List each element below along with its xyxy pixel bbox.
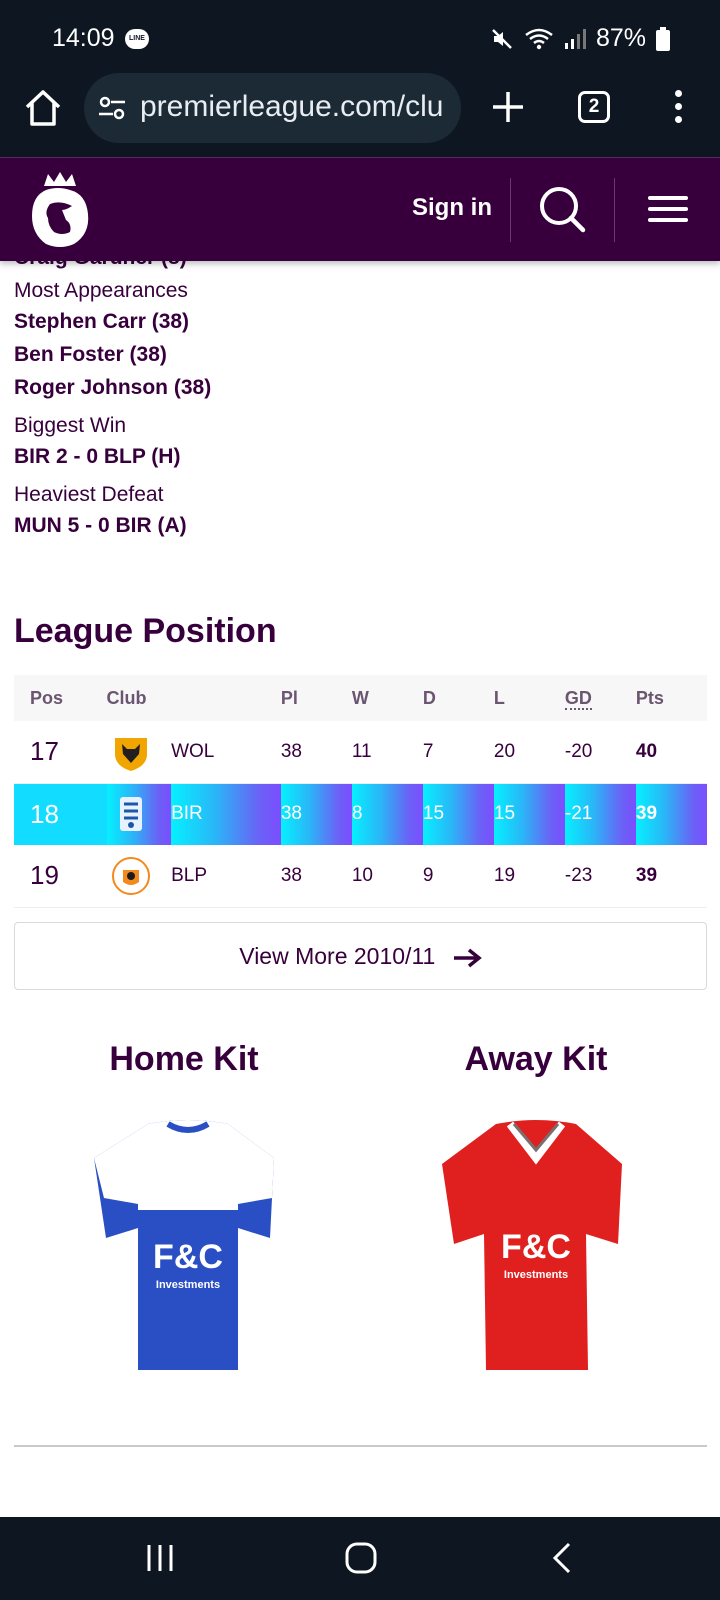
row-pts: 39 — [635, 783, 707, 845]
home-kit-sponsor-sub: Investments — [156, 1279, 220, 1291]
col-gd: GD — [564, 675, 636, 721]
col-pts: Pts — [635, 675, 707, 721]
blackpool-crest-icon — [111, 856, 150, 895]
site-settings-icon[interactable] — [98, 95, 126, 121]
club-badge-cell — [106, 783, 172, 845]
header-divider — [614, 178, 615, 242]
line-app-icon: LINE — [125, 29, 149, 49]
premier-league-lion-logo[interactable] — [26, 170, 94, 250]
row-w: 11 — [351, 721, 423, 784]
col-d: D — [422, 675, 494, 721]
away-kit-sponsor: F&C — [501, 1228, 571, 1266]
club-stats: Craig Gardner (8) Most Appearances Steph… — [14, 240, 706, 547]
sign-in-link[interactable]: Sign in — [412, 194, 492, 222]
row-pts: 39 — [635, 845, 707, 908]
system-nav-bar — [0, 1517, 720, 1600]
recent-apps-icon[interactable] — [144, 1541, 176, 1575]
clock: 14:09 — [52, 24, 115, 52]
row-pts: 40 — [635, 721, 707, 784]
hamburger-menu-icon[interactable] — [648, 196, 688, 224]
view-more-label: View More 2010/11 — [239, 943, 436, 969]
home-kit-shirt[interactable]: F&C Investments — [88, 1118, 288, 1378]
heaviest-defeat-label: Heaviest Defeat — [14, 483, 164, 506]
club-badge-cell — [106, 845, 172, 908]
table-row-highlighted[interactable]: 18 BIR 38 8 15 15 -21 39 — [14, 783, 707, 845]
row-pos: 17 — [14, 721, 107, 784]
home-nav-icon[interactable] — [344, 1541, 378, 1575]
url-text: premierleague.com/clu — [140, 90, 444, 123]
header-divider — [510, 178, 511, 242]
league-position-title: League Position — [14, 612, 277, 650]
home-kit-title: Home Kit — [109, 1040, 259, 1078]
away-kit-title: Away Kit — [464, 1040, 608, 1078]
row-pl: 38 — [280, 721, 352, 784]
new-tab-icon[interactable] — [488, 87, 528, 127]
row-w: 8 — [351, 783, 423, 845]
most-appearances-player: Ben Foster (38) — [14, 343, 167, 366]
wolves-crest-icon — [114, 737, 147, 771]
battery-icon — [656, 26, 670, 51]
table-row[interactable]: 19 BLP 38 10 9 19 -23 39 — [14, 845, 707, 908]
row-d: 9 — [422, 845, 494, 908]
home-kit-sponsor: F&C — [153, 1238, 223, 1276]
table-row[interactable]: 17 WOL 38 11 7 20 -20 40 — [14, 721, 707, 784]
row-gd: -23 — [564, 845, 636, 908]
back-icon[interactable] — [550, 1541, 574, 1575]
browser-chrome: 14:09 LINE 87% premierleague.com/clu 2 — [0, 0, 720, 157]
most-appearances-player: Roger Johnson (38) — [14, 376, 212, 399]
arrow-right-icon — [453, 948, 482, 968]
league-table: Pos Club Pl W D L GD Pts 17 WOL 38 11 7 … — [14, 675, 707, 908]
col-pl: Pl — [280, 675, 352, 721]
biggest-win-label: Biggest Win — [14, 414, 127, 437]
status-bar: 14:09 LINE 87% — [0, 0, 720, 70]
row-pos: 19 — [14, 845, 107, 908]
away-kit-shirt[interactable]: F&C Investments — [436, 1118, 636, 1378]
row-gd: -21 — [564, 783, 636, 845]
row-w: 10 — [351, 845, 423, 908]
row-d: 7 — [422, 721, 494, 784]
home-icon[interactable] — [22, 87, 64, 129]
status-icons: 87% — [490, 24, 670, 53]
row-gd: -20 — [564, 721, 636, 784]
more-options-icon[interactable] — [664, 87, 692, 129]
most-appearances-player: Stephen Carr (38) — [14, 310, 190, 333]
signal-icon — [564, 28, 586, 49]
section-divider — [14, 1445, 707, 1447]
row-pl: 38 — [280, 845, 352, 908]
biggest-win-value: BIR 2 - 0 BLP (H) — [14, 445, 181, 468]
row-l: 20 — [493, 721, 565, 784]
row-pos: 18 — [14, 783, 107, 845]
view-more-button[interactable]: View More 2010/11 — [14, 922, 707, 990]
url-bar: premierleague.com/clu 2 — [0, 73, 720, 143]
col-pos: Pos — [14, 675, 107, 721]
club-abbr[interactable]: BLP — [171, 845, 281, 908]
mute-icon — [492, 28, 512, 49]
table-header: Pos Club Pl W D L GD Pts — [14, 675, 707, 721]
site-header: Sign in — [0, 157, 720, 261]
away-kit-sponsor-sub: Investments — [504, 1269, 568, 1281]
search-icon[interactable] — [538, 185, 586, 233]
club-badge-cell — [106, 721, 172, 784]
col-l: L — [493, 675, 565, 721]
row-l: 15 — [493, 783, 565, 845]
col-w: W — [351, 675, 423, 721]
tab-switcher-button[interactable]: 2 — [578, 91, 610, 123]
gd-abbr: GD — [564, 687, 592, 710]
col-club: Club — [106, 675, 281, 721]
most-appearances-label: Most Appearances — [14, 279, 188, 302]
row-l: 19 — [493, 845, 565, 908]
row-pl: 38 — [280, 783, 352, 845]
club-abbr[interactable]: BIR — [171, 783, 281, 845]
birmingham-crest-icon — [119, 797, 142, 832]
club-abbr[interactable]: WOL — [171, 721, 281, 784]
heaviest-defeat-value: MUN 5 - 0 BIR (A) — [14, 514, 187, 537]
battery-percent: 87% — [595, 24, 646, 52]
row-d: 15 — [422, 783, 494, 845]
address-bar[interactable]: premierleague.com/clu — [84, 73, 461, 143]
wifi-icon — [525, 28, 553, 49]
